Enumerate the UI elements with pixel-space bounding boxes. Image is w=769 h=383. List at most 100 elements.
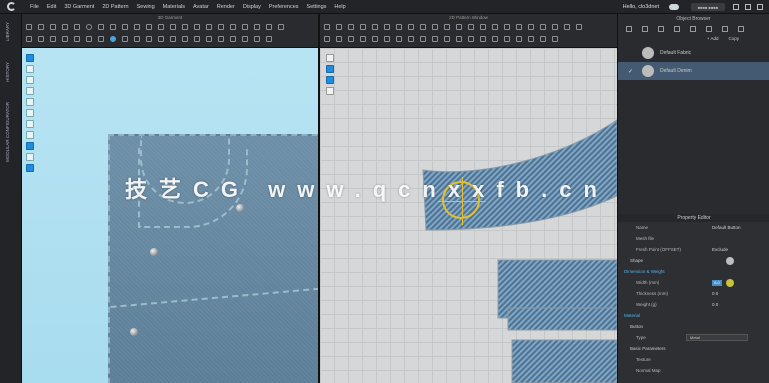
prop-width-row[interactable]: Width (mm) 8.0 [618, 277, 769, 288]
more-tab-icon[interactable] [738, 26, 744, 32]
lights-icon[interactable] [26, 120, 34, 128]
brush-tool-icon[interactable] [158, 24, 164, 30]
prop-type-row[interactable]: Type Metal [618, 332, 769, 343]
fabric-item[interactable]: Default Fabric [618, 44, 769, 62]
2d-zoom-icon[interactable] [324, 36, 330, 42]
2d-dart-icon[interactable] [432, 24, 438, 30]
2d-rotate-icon[interactable] [444, 36, 450, 42]
rectangle-icon[interactable] [86, 36, 92, 42]
user-greeting[interactable]: Hello, clo3dnet [623, 4, 659, 10]
menu-edit[interactable]: Edit [47, 4, 56, 10]
simulate-icon[interactable] [86, 24, 92, 30]
seam-allowance-icon[interactable] [170, 36, 176, 42]
2d-seam-icon[interactable] [456, 24, 462, 30]
2d-measure-icon[interactable] [564, 24, 570, 30]
2d-offset-icon[interactable] [480, 36, 486, 42]
fold-tool-icon[interactable] [50, 24, 56, 30]
tab-library[interactable]: LIBRARY [5, 22, 10, 41]
menu-materials[interactable]: Materials [163, 4, 185, 10]
menu-sewing[interactable]: Sewing [137, 4, 155, 10]
tape-tool-icon[interactable] [110, 24, 116, 30]
weight-input[interactable]: 0.0 [712, 302, 718, 307]
move-tool-icon[interactable] [38, 24, 44, 30]
rivet[interactable] [236, 204, 244, 212]
pleat-icon[interactable] [146, 36, 152, 42]
2d-trace-icon[interactable] [420, 24, 426, 30]
prop-normal-map-row[interactable]: Normal Map [618, 365, 769, 376]
fabric-tab-icon[interactable] [626, 26, 632, 32]
2d-layer-icon[interactable] [372, 36, 378, 42]
menu-settings[interactable]: Settings [307, 4, 327, 10]
add-button[interactable]: + Add [707, 36, 719, 42]
fold-line-icon[interactable] [158, 36, 164, 42]
2d-export-icon[interactable] [540, 36, 546, 42]
render-mode-icon[interactable] [26, 142, 34, 150]
2d-circle-icon[interactable] [396, 24, 402, 30]
prop-name-row[interactable]: Name Default Button [618, 222, 769, 233]
viewport-2d[interactable] [320, 48, 617, 383]
check-sewing-icon[interactable] [230, 36, 236, 42]
2d-fold-icon[interactable] [444, 24, 450, 30]
buttonhole-tab-icon[interactable] [658, 26, 664, 32]
fabric-item-selected[interactable]: ✓ Default Denim [618, 62, 769, 80]
measure-tool-icon[interactable] [98, 24, 104, 30]
2d-internal-polygon-icon[interactable] [408, 24, 414, 30]
menu-3d-garment[interactable]: 3D Garment [64, 4, 94, 10]
show-arrangement-icon[interactable] [26, 98, 34, 106]
tab-modular-configurator[interactable]: MODULAR CONFIGURATOR [5, 102, 10, 162]
account-button[interactable]: ■■■■ ■■■■ [691, 3, 725, 11]
2d-sew-icon[interactable] [480, 24, 486, 30]
width-input[interactable]: 8.0 [712, 279, 722, 286]
zipper-tab-icon[interactable] [690, 26, 696, 32]
polygon-icon[interactable] [122, 36, 128, 42]
prop-basic-params-row[interactable]: Basic Parameters [618, 343, 769, 354]
2d-lock-icon[interactable] [384, 36, 390, 42]
2d-add-point-icon[interactable] [360, 24, 366, 30]
active-tool-icon[interactable] [110, 36, 116, 42]
cloud-icon[interactable] [669, 4, 679, 10]
render-tool-icon[interactable] [278, 24, 284, 30]
2d-print-icon[interactable] [552, 36, 558, 42]
texture-tool-icon[interactable] [182, 24, 188, 30]
edit-curve-icon[interactable] [50, 36, 56, 42]
menu-render[interactable]: Render [217, 4, 235, 10]
add-point-icon[interactable] [62, 36, 68, 42]
2d-graphic-icon[interactable] [528, 24, 534, 30]
zipper-tool-icon[interactable] [194, 24, 200, 30]
grain-line-icon[interactable] [182, 36, 188, 42]
2d-edit-curve-icon[interactable] [348, 24, 354, 30]
2d-paste-icon[interactable] [420, 36, 426, 42]
2d-align-icon[interactable] [456, 36, 462, 42]
graphic-tool-icon[interactable] [242, 24, 248, 30]
2d-pan-icon[interactable] [336, 36, 342, 42]
avatar-tool-icon[interactable] [170, 24, 176, 30]
prop-offset-row[interactable]: Fresh Point (OFFSET) Exclude [618, 244, 769, 255]
garment-display-icon[interactable] [26, 65, 34, 73]
2d-check-icon[interactable] [492, 24, 498, 30]
2d-notch-icon[interactable] [468, 24, 474, 30]
menu-file[interactable]: File [30, 4, 39, 10]
prop-value[interactable]: Default Button [712, 225, 741, 230]
prop-mesh-row[interactable]: Mesh file [618, 233, 769, 244]
texture-display-icon[interactable] [26, 131, 34, 139]
prop-thickness-row[interactable]: Thickness (mm) 0.0 [618, 288, 769, 299]
fitting-tool-icon[interactable] [266, 24, 272, 30]
symmetry-icon[interactable] [254, 36, 260, 42]
internal-line-icon[interactable] [74, 36, 80, 42]
section-dimension-weight[interactable]: Dimension & Weight [618, 266, 769, 277]
2d-edit-pattern-icon[interactable] [336, 24, 342, 30]
2d-unfold-icon[interactable] [516, 36, 522, 42]
stitch-tool-icon[interactable] [74, 24, 80, 30]
2d-mirror-icon[interactable] [432, 36, 438, 42]
show-seams-icon[interactable] [26, 87, 34, 95]
select-tool-icon[interactable] [26, 24, 32, 30]
pin-tool-icon[interactable] [62, 24, 68, 30]
arrange-tool-icon[interactable] [146, 24, 152, 30]
2d-split-icon[interactable] [492, 36, 498, 42]
show-pins-icon[interactable] [26, 76, 34, 84]
prop-texture-row[interactable]: Texture [618, 354, 769, 365]
menu-preferences[interactable]: Preferences [269, 4, 299, 10]
2d-text-icon[interactable] [504, 24, 510, 30]
show-measure-icon[interactable] [26, 109, 34, 117]
topstitch-tab-icon[interactable] [674, 26, 680, 32]
